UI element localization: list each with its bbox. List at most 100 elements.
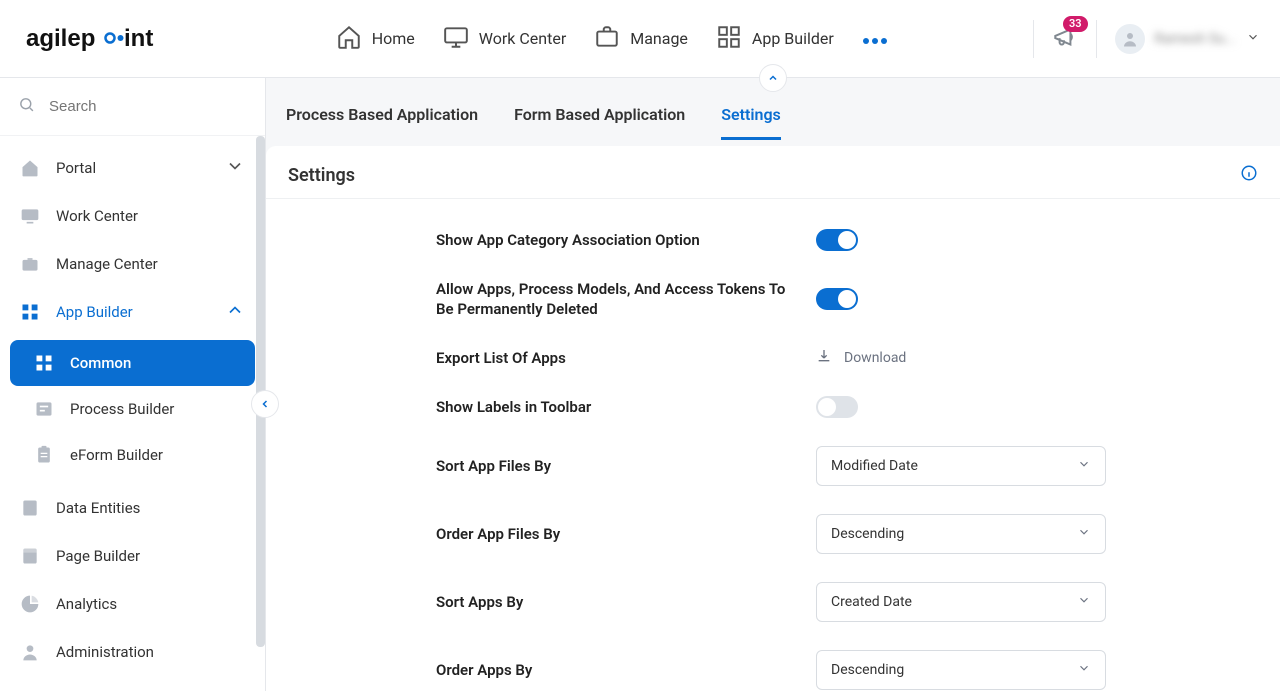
sidebar-item-label: Data Entities [56, 499, 140, 517]
sidebar-collapse-button[interactable] [251, 390, 279, 418]
monitor-icon [443, 24, 469, 54]
sidebar-item-common[interactable]: Common [10, 340, 255, 386]
sidebar-item-data-entities[interactable]: Data Entities [10, 484, 255, 532]
home-icon [336, 24, 362, 54]
chevron-down-icon [1077, 593, 1091, 611]
select-order-app-files[interactable]: Descending [816, 514, 1106, 554]
tab-settings[interactable]: Settings [721, 105, 781, 140]
toggle-show-labels[interactable] [816, 396, 858, 418]
top-right: 33 Ramesh Su... [1033, 20, 1260, 58]
settings-panel: Settings Show App Category Association O… [266, 146, 1280, 691]
download-icon [816, 348, 832, 368]
setting-label: Export List Of Apps [436, 348, 816, 368]
sidebar-item-process-builder[interactable]: Process Builder [10, 386, 255, 432]
search-icon [18, 96, 35, 117]
sidebar-item-label: Page Builder [56, 547, 140, 565]
panel-title: Settings [288, 165, 355, 186]
setting-label: Sort App Files By [436, 456, 816, 476]
nav-label: Work Center [479, 29, 566, 48]
nav-manage[interactable]: Manage [594, 24, 688, 54]
tab-process-app[interactable]: Process Based Application [286, 105, 478, 140]
sidebar-item-analytics[interactable]: Analytics [10, 580, 255, 628]
sidebar-item-app-builder[interactable]: App Builder [10, 288, 255, 336]
tab-form-app[interactable]: Form Based Application [514, 105, 685, 140]
sidebar-item-eform-builder[interactable]: eForm Builder [10, 432, 255, 478]
divider [1033, 20, 1034, 58]
toggle-show-category[interactable] [816, 229, 858, 251]
setting-show-category: Show App Category Association Option [266, 229, 1280, 251]
grid-icon [716, 24, 742, 54]
chevron-down-icon [1246, 30, 1260, 48]
notifications-button[interactable]: 33 [1052, 24, 1078, 54]
sidebar: Portal Work Center Manage Center App Bui… [0, 78, 266, 691]
nav-app-builder[interactable]: App Builder [716, 24, 834, 54]
sidebar-item-label: Analytics [56, 595, 117, 613]
megaphone-icon [1052, 38, 1078, 54]
svg-text:int: int [124, 25, 153, 52]
setting-label: Show Labels in Toolbar [436, 397, 816, 417]
select-value: Created Date [831, 594, 912, 610]
setting-label: Order Apps By [436, 660, 816, 680]
avatar [1115, 24, 1145, 54]
topbar-collapse-button[interactable] [759, 64, 787, 92]
chevron-down-icon [1077, 457, 1091, 475]
setting-sort-apps: Sort Apps By Created Date [266, 582, 1280, 622]
sidebar-item-manage-center[interactable]: Manage Center [10, 240, 255, 288]
chevron-down-icon [225, 156, 245, 180]
top-nav: Home Work Center Manage App Builder [191, 24, 1033, 54]
chevron-up-icon [225, 300, 245, 324]
download-label: Download [844, 350, 906, 366]
svg-text:agilep: agilep [26, 25, 95, 52]
brand-logo: agilep int [26, 24, 191, 54]
setting-allow-delete: Allow Apps, Process Models, And Access T… [266, 279, 1280, 320]
select-value: Descending [831, 662, 904, 678]
nav-label: Home [372, 29, 415, 48]
select-order-apps[interactable]: Descending [816, 650, 1106, 690]
search-input[interactable] [49, 98, 247, 115]
sidebar-search[interactable] [0, 78, 265, 136]
setting-show-labels: Show Labels in Toolbar [266, 396, 1280, 418]
setting-label: Show App Category Association Option [436, 230, 816, 250]
sidebar-item-portal[interactable]: Portal [10, 144, 255, 192]
sidebar-item-label: Common [70, 354, 131, 372]
setting-sort-app-files: Sort App Files By Modified Date [266, 446, 1280, 486]
sidebar-item-label: Process Builder [70, 400, 174, 418]
sidebar-item-page-builder[interactable]: Page Builder [10, 532, 255, 580]
nav-work-center[interactable]: Work Center [443, 24, 566, 54]
sidebar-item-label: Administration [56, 643, 154, 661]
setting-label: Sort Apps By [436, 592, 816, 612]
toggle-allow-delete[interactable] [816, 288, 858, 310]
nav-more[interactable] [862, 29, 888, 48]
content: Process Based Application Form Based App… [266, 78, 1280, 691]
sidebar-item-label: Portal [56, 159, 96, 177]
select-sort-app-files[interactable]: Modified Date [816, 446, 1106, 486]
download-action[interactable]: Download [816, 348, 1106, 368]
nav-home[interactable]: Home [336, 24, 415, 54]
setting-export-apps: Export List Of Apps Download [266, 348, 1280, 368]
sidebar-item-label: Manage Center [56, 255, 158, 273]
setting-order-app-files: Order App Files By Descending [266, 514, 1280, 554]
setting-label: Order App Files By [436, 524, 816, 544]
briefcase-icon [594, 24, 620, 54]
sidebar-item-label: App Builder [56, 303, 133, 321]
setting-order-apps: Order Apps By Descending [266, 650, 1280, 690]
chevron-down-icon [1077, 525, 1091, 543]
sidebar-item-administration[interactable]: Administration [10, 628, 255, 676]
nav-label: Manage [630, 29, 688, 48]
divider [1096, 20, 1097, 58]
setting-label: Allow Apps, Process Models, And Access T… [436, 279, 816, 320]
select-value: Modified Date [831, 458, 918, 474]
chevron-down-icon [1077, 661, 1091, 679]
notif-badge: 33 [1063, 16, 1088, 32]
more-icon [862, 29, 888, 48]
select-sort-apps[interactable]: Created Date [816, 582, 1106, 622]
sidebar-item-work-center[interactable]: Work Center [10, 192, 255, 240]
sidebar-item-label: Work Center [56, 207, 138, 225]
user-name: Ramesh Su... [1155, 31, 1236, 47]
sidebar-item-label: eForm Builder [70, 446, 163, 464]
info-icon[interactable] [1240, 164, 1258, 186]
top-bar: agilep int Home Work Center [0, 0, 1280, 78]
user-menu[interactable]: Ramesh Su... [1115, 24, 1260, 54]
nav-label: App Builder [752, 29, 834, 48]
select-value: Descending [831, 526, 904, 542]
